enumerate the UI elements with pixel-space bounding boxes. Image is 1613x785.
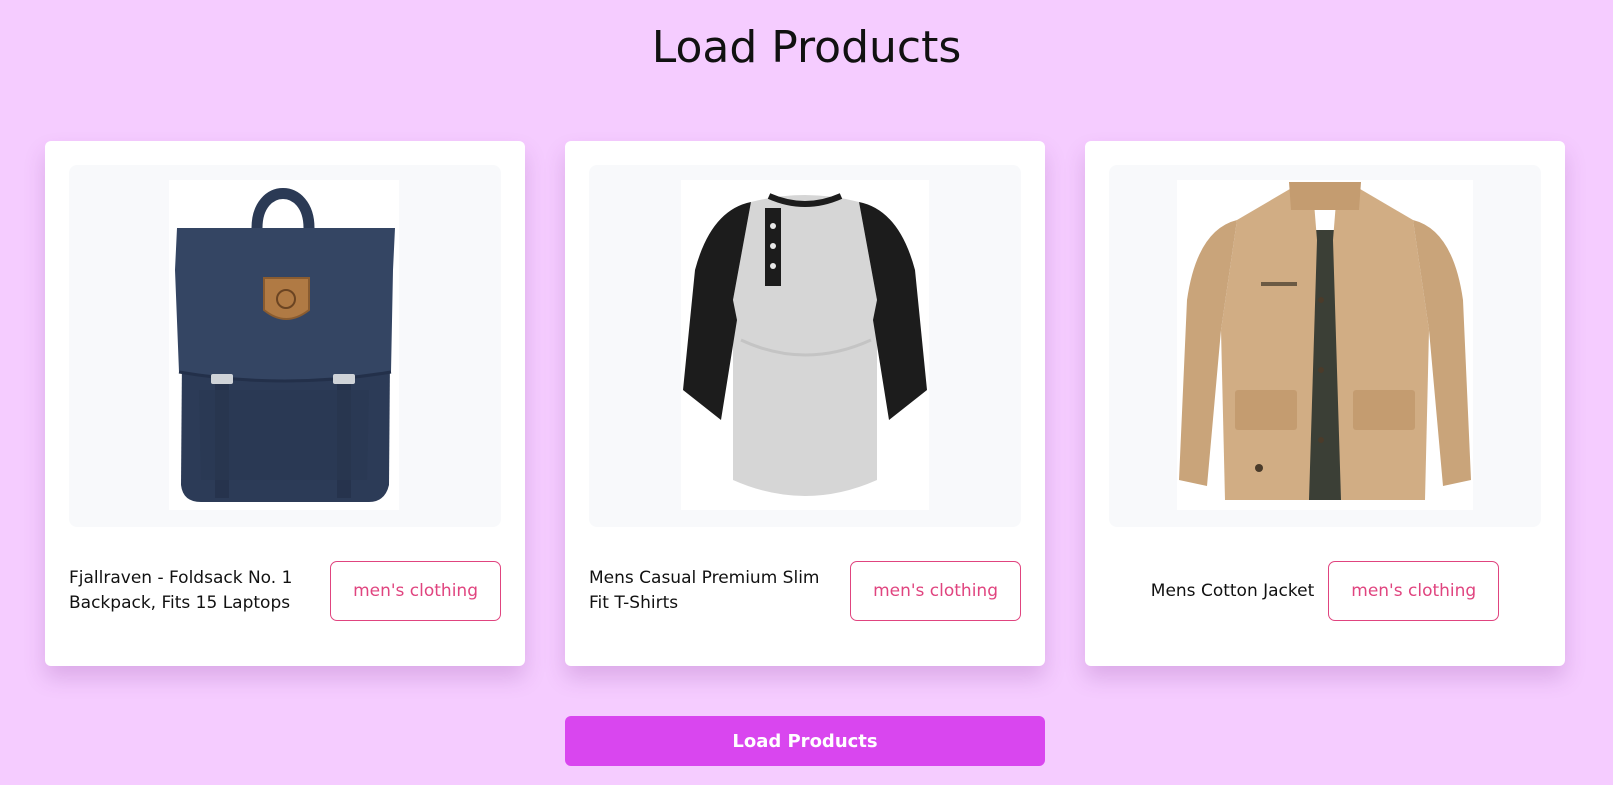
product-title: Mens Cotton Jacket <box>1150 580 1315 601</box>
product-card[interactable]: Fjallraven - Foldsack No. 1 Backpack, Fi… <box>45 141 525 666</box>
product-image-well <box>69 165 501 527</box>
product-card-footer: Mens Cotton Jacket men's clothing <box>1109 561 1541 621</box>
page-title: Load Products <box>651 22 962 73</box>
product-image-tshirt <box>681 180 929 510</box>
product-image-jacket <box>1177 180 1473 510</box>
product-image-well <box>589 165 1021 527</box>
product-title: Fjallraven - Foldsack No. 1 Backpack, Fi… <box>69 568 293 613</box>
load-products-button[interactable]: Load Products <box>565 716 1045 766</box>
product-image-well <box>1109 165 1541 527</box>
product-title: Mens Casual Premium Slim Fit T-Shirts <box>589 568 820 613</box>
product-card[interactable]: Mens Casual Premium Slim Fit T-Shirts me… <box>565 141 1045 666</box>
product-card[interactable]: Mens Cotton Jacket men's clothing <box>1085 141 1565 666</box>
category-badge[interactable]: men's clothing <box>850 561 1021 621</box>
product-image-backpack <box>169 180 399 510</box>
category-badge[interactable]: men's clothing <box>330 561 501 621</box>
product-card-footer: Mens Casual Premium Slim Fit T-Shirts me… <box>589 561 1021 621</box>
product-card-footer: Fjallraven - Foldsack No. 1 Backpack, Fi… <box>69 561 501 621</box>
category-badge[interactable]: men's clothing <box>1328 561 1500 621</box>
